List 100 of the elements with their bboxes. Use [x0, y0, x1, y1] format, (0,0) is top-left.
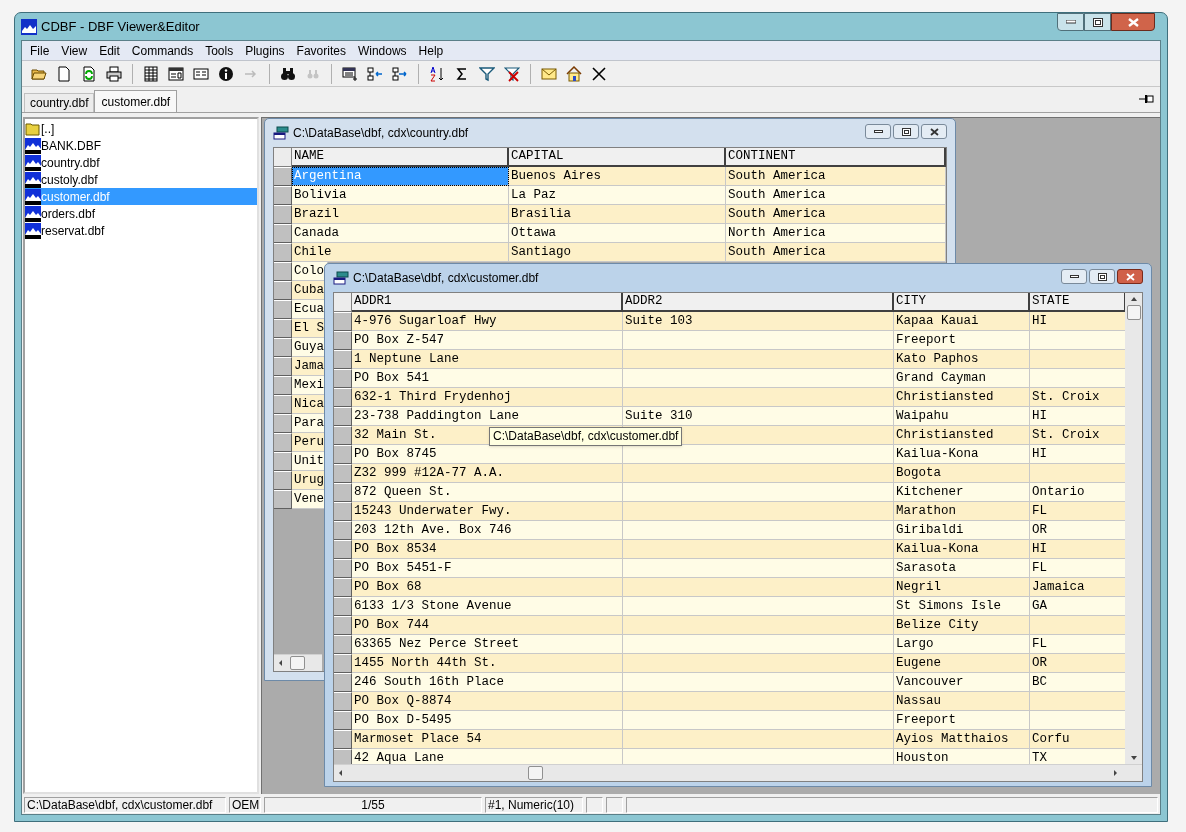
row-indicator[interactable] — [334, 578, 352, 597]
menu-item[interactable]: File — [24, 41, 56, 60]
row-indicator[interactable] — [274, 471, 292, 490]
row-indicator[interactable] — [334, 445, 352, 464]
add-row-icon[interactable] — [342, 65, 358, 82]
column-header[interactable]: CONTINENT — [726, 148, 946, 167]
row-indicator[interactable] — [334, 730, 352, 749]
horizontal-scrollbar[interactable] — [274, 654, 322, 671]
card-icon[interactable] — [193, 65, 209, 82]
row-indicator[interactable] — [334, 673, 352, 692]
row-indicator[interactable] — [274, 205, 292, 224]
sort-icon[interactable] — [429, 65, 445, 82]
row-indicator[interactable] — [334, 331, 352, 350]
filter-off-icon[interactable] — [504, 65, 520, 82]
row-indicator[interactable] — [274, 376, 292, 395]
menu-item[interactable]: Commands — [125, 41, 200, 60]
row-indicator[interactable] — [274, 319, 292, 338]
printer-icon[interactable] — [106, 65, 122, 82]
column-header[interactable]: STATE — [1030, 293, 1125, 312]
row-indicator[interactable] — [334, 350, 352, 369]
row-indicator[interactable] — [334, 654, 352, 673]
column-header[interactable]: ADDR1 — [352, 293, 623, 312]
column-header[interactable]: CITY — [894, 293, 1030, 312]
column-header[interactable]: NAME — [292, 148, 509, 167]
refresh-icon[interactable] — [81, 65, 97, 82]
row-indicator[interactable] — [274, 243, 292, 262]
column-header[interactable]: CAPITAL — [509, 148, 726, 167]
row-indicator[interactable] — [274, 452, 292, 471]
cross-icon[interactable] — [591, 65, 607, 82]
indent-right-icon[interactable] — [392, 65, 408, 82]
row-indicator[interactable] — [334, 388, 352, 407]
close-button[interactable] — [1117, 269, 1143, 284]
dbf-list-entry[interactable]: [..] — [25, 120, 257, 137]
menu-item[interactable]: Plugins — [239, 41, 291, 60]
row-indicator[interactable] — [334, 749, 352, 764]
tab[interactable]: customer.dbf — [94, 90, 178, 112]
row-indicator[interactable] — [334, 464, 352, 483]
row-indicator[interactable] — [334, 426, 352, 445]
new-file-icon[interactable] — [56, 65, 72, 82]
row-indicator[interactable] — [274, 490, 292, 509]
row-indicator[interactable] — [334, 692, 352, 711]
menu-item[interactable]: Windows — [351, 41, 413, 60]
row-indicator[interactable] — [274, 338, 292, 357]
scrollbar-thumb[interactable] — [290, 656, 305, 670]
row-indicator[interactable] — [334, 521, 352, 540]
envelope-icon[interactable] — [541, 65, 557, 82]
maximize-button[interactable] — [1089, 269, 1115, 284]
row-indicator[interactable] — [334, 540, 352, 559]
row-indicator[interactable] — [274, 433, 292, 452]
minimize-button[interactable] — [865, 124, 891, 139]
row-indicator[interactable] — [334, 616, 352, 635]
minimize-button[interactable] — [1061, 269, 1087, 284]
scrollbar-thumb[interactable] — [1126, 305, 1141, 320]
dbf-list-entry[interactable]: custoly.dbf — [25, 171, 257, 188]
app-icon — [21, 18, 37, 35]
horizontal-scrollbar[interactable] — [334, 764, 1142, 781]
column-header[interactable]: ADDR2 — [623, 293, 894, 312]
row-indicator[interactable] — [334, 407, 352, 426]
row-indicator[interactable] — [334, 711, 352, 730]
menu-item[interactable]: Favorites — [290, 41, 352, 60]
home-icon[interactable] — [566, 65, 582, 82]
maximize-button[interactable] — [1084, 13, 1111, 31]
row-indicator[interactable] — [334, 502, 352, 521]
close-button[interactable] — [921, 124, 947, 139]
table-icon[interactable] — [143, 65, 159, 82]
pin-icon[interactable] — [1138, 93, 1154, 105]
scrollbar-thumb[interactable] — [528, 766, 543, 780]
row-indicator[interactable] — [274, 262, 292, 281]
table-cell: 15243 Underwater Fwy. — [352, 502, 623, 521]
tab[interactable]: country.dbf — [24, 93, 95, 112]
dbf-list-entry[interactable]: reservat.dbf — [25, 222, 257, 239]
row-indicator[interactable] — [334, 483, 352, 502]
indent-left-icon[interactable] — [367, 65, 383, 82]
row-indicator[interactable] — [274, 167, 292, 186]
form-icon[interactable] — [168, 65, 184, 82]
menu-item[interactable]: Edit — [93, 41, 126, 60]
dbf-list-entry[interactable]: orders.dbf — [25, 205, 257, 222]
row-indicator[interactable] — [334, 312, 352, 331]
vertical-scrollbar[interactable] — [1125, 293, 1142, 764]
row-indicator[interactable] — [274, 414, 292, 433]
row-indicator[interactable] — [334, 369, 352, 388]
menu-item[interactable]: View — [55, 41, 94, 60]
row-indicator[interactable] — [274, 395, 292, 414]
maximize-button[interactable] — [893, 124, 919, 139]
menu-item[interactable]: Help — [412, 41, 450, 60]
dbf-list-entry[interactable]: BANK.DBF — [25, 137, 257, 154]
row-indicator[interactable] — [274, 357, 292, 376]
close-button[interactable] — [1111, 13, 1155, 31]
row-indicator[interactable] — [334, 559, 352, 578]
row-indicator[interactable] — [274, 224, 292, 243]
row-indicator[interactable] — [334, 597, 352, 616]
filter-icon[interactable] — [479, 65, 495, 82]
row-indicator[interactable] — [274, 281, 292, 300]
info-icon[interactable] — [218, 65, 234, 82]
binoculars-icon[interactable] — [280, 65, 296, 82]
row-indicator[interactable] — [274, 300, 292, 319]
row-indicator[interactable] — [274, 186, 292, 205]
menu-item[interactable]: Tools — [199, 41, 240, 60]
row-indicator[interactable] — [334, 635, 352, 654]
dbf-list-entry[interactable]: country.dbf — [25, 154, 257, 171]
